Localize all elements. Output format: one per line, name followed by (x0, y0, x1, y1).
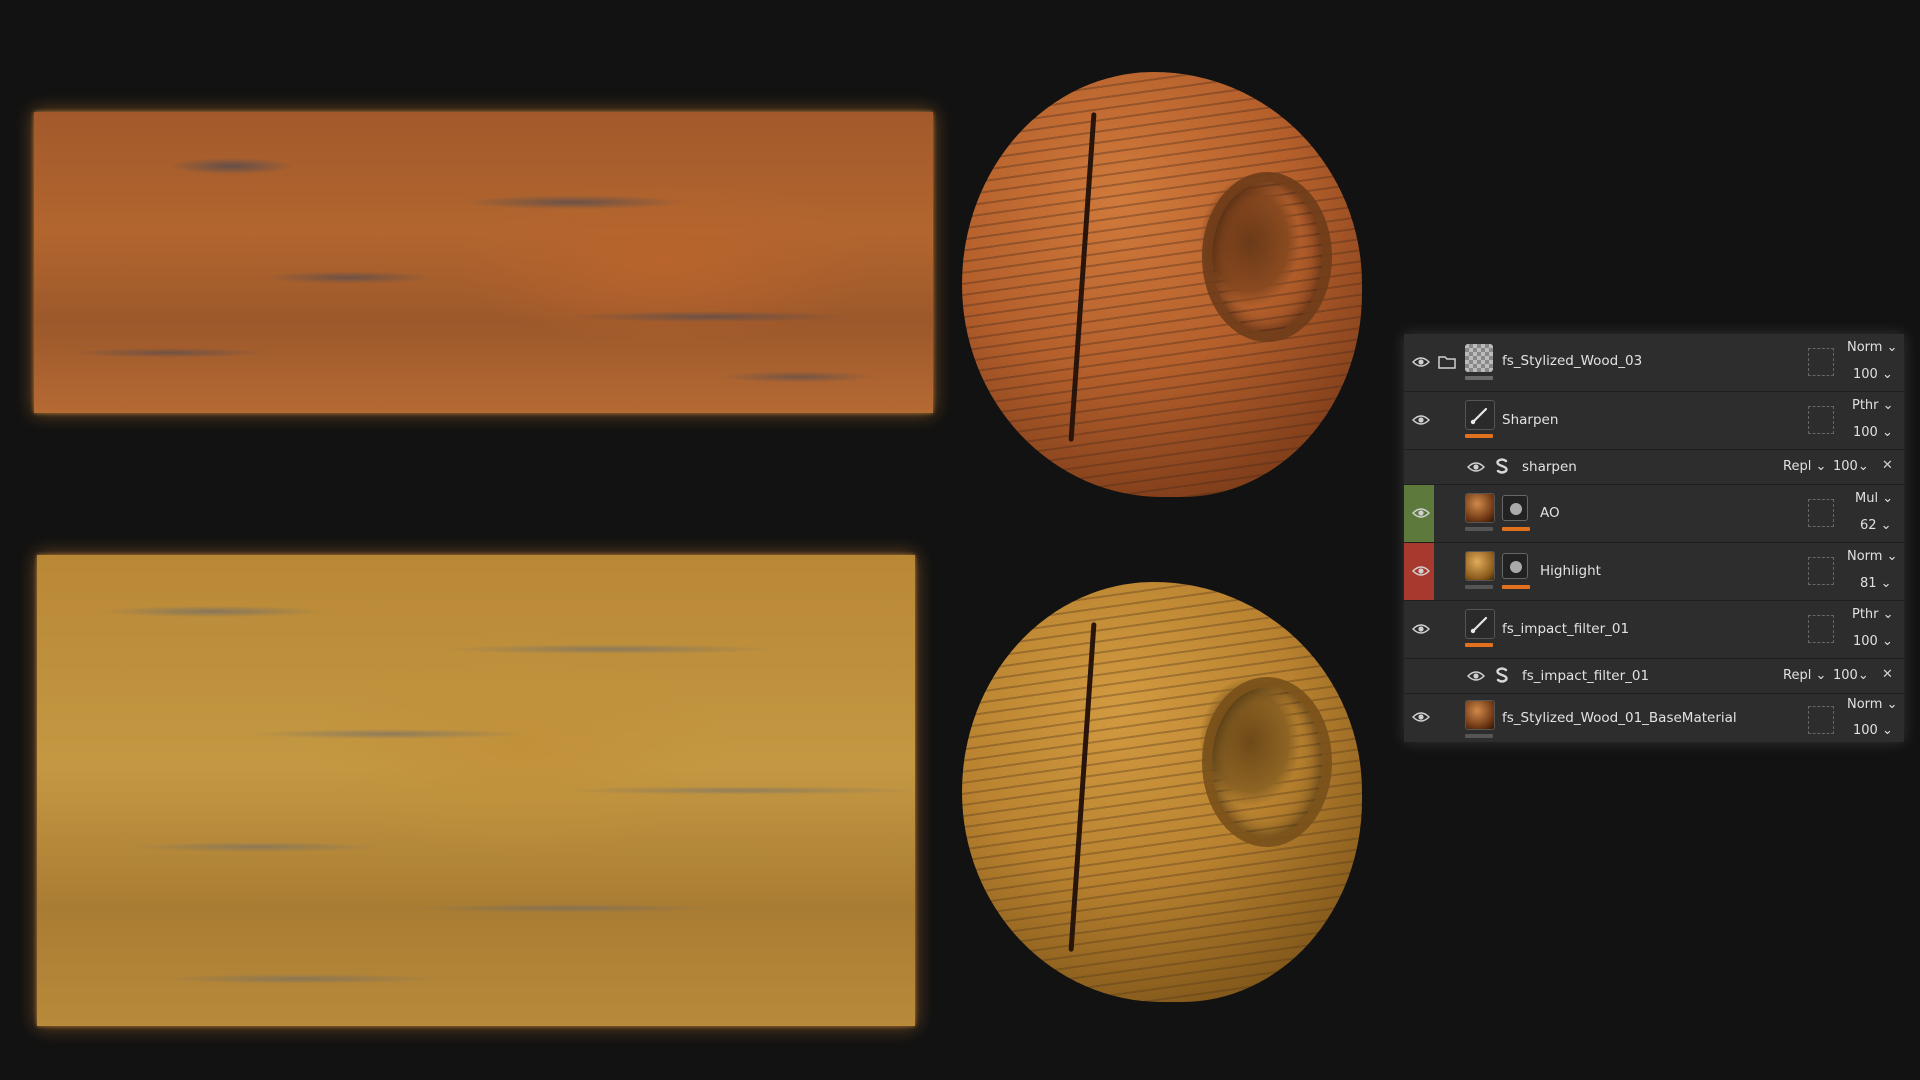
blend-mode-select[interactable]: Norm ⌄ (1847, 549, 1898, 564)
eye-icon[interactable] (1412, 711, 1430, 723)
eye-icon[interactable] (1412, 565, 1430, 577)
opacity-select[interactable]: 100⌄ (1833, 668, 1869, 683)
layer-row-sharpen[interactable]: Sharpen Pthr ⌄ 100 ⌄ (1404, 392, 1904, 450)
mask-thumbnail[interactable] (1502, 495, 1528, 521)
blend-mode-select[interactable]: Pthr ⌄ (1852, 607, 1894, 622)
brush-icon (1465, 609, 1495, 639)
layer-name: fs_Stylized_Wood_01_BaseMaterial (1502, 710, 1737, 726)
blend-mode-select[interactable]: Mul ⌄ (1855, 491, 1893, 506)
mask-slot[interactable] (1808, 557, 1834, 585)
layer-name: AO (1540, 505, 1560, 521)
eye-icon[interactable] (1467, 461, 1485, 473)
wood-sphere-render-top (962, 72, 1362, 497)
wood-sphere-render-bottom (962, 582, 1362, 1002)
opacity-select[interactable]: 100 ⌄ (1853, 367, 1893, 382)
layer-row-highlight[interactable]: Highlight Norm ⌄ 81 ⌄ (1404, 543, 1904, 601)
filter-icon (1494, 458, 1510, 478)
layer-mask-bar (1465, 734, 1493, 738)
layer-mask-bar (1465, 527, 1493, 531)
layer-row-fs-stylized-wood-01-basematerial[interactable]: fs_Stylized_Wood_01_BaseMaterial Norm ⌄ … (1404, 694, 1904, 742)
eye-icon[interactable] (1412, 507, 1430, 519)
filter-row-sharpen[interactable]: sharpen Repl ⌄ 100⌄ ✕ (1404, 450, 1904, 485)
mask-bar (1502, 585, 1530, 589)
layer-name: fs_Stylized_Wood_03 (1502, 353, 1643, 369)
opacity-select[interactable]: 100 ⌄ (1853, 634, 1893, 649)
material-thumbnail (1465, 493, 1495, 523)
mask-slot[interactable] (1808, 406, 1834, 434)
wood-texture-preview-bottom (37, 555, 915, 1026)
layer-thumbnail (1465, 344, 1493, 372)
opacity-select[interactable]: 81 ⌄ (1860, 576, 1892, 591)
blend-mode-select[interactable]: Repl ⌄ (1783, 668, 1826, 683)
layer-row-ao[interactable]: AO Mul ⌄ 62 ⌄ (1404, 485, 1904, 543)
layer-name: Sharpen (1502, 412, 1559, 428)
layer-mask-bar (1465, 376, 1493, 380)
folder-icon (1438, 355, 1456, 369)
filter-icon (1494, 667, 1510, 687)
mask-thumbnail[interactable] (1502, 553, 1528, 579)
mask-slot[interactable] (1808, 615, 1834, 643)
remove-filter-icon[interactable]: ✕ (1882, 458, 1893, 473)
filter-name: fs_impact_filter_01 (1522, 668, 1650, 684)
blend-mode-select[interactable]: Norm ⌄ (1847, 340, 1898, 355)
mask-bar (1502, 527, 1530, 531)
brush-icon (1465, 400, 1495, 430)
blend-mode-select[interactable]: Repl ⌄ (1783, 459, 1826, 474)
opacity-select[interactable]: 62 ⌄ (1860, 518, 1892, 533)
layer-name: fs_impact_filter_01 (1502, 621, 1630, 637)
eye-icon[interactable] (1467, 670, 1485, 682)
filter-name: sharpen (1522, 459, 1577, 475)
eye-icon[interactable] (1412, 623, 1430, 635)
layer-row-fs-impact-filter-01[interactable]: fs_impact_filter_01 Pthr ⌄ 100 ⌄ (1404, 601, 1904, 659)
wood-texture-preview-top (34, 112, 933, 413)
eye-icon[interactable] (1412, 356, 1430, 368)
eye-icon[interactable] (1412, 414, 1430, 426)
opacity-select[interactable]: 100⌄ (1833, 459, 1869, 474)
layer-row-fs-stylized-wood-03[interactable]: fs_Stylized_Wood_03 Norm ⌄ 100 ⌄ (1404, 334, 1904, 392)
mask-slot[interactable] (1808, 499, 1834, 527)
mask-slot[interactable] (1808, 706, 1834, 734)
opacity-select[interactable]: 100 ⌄ (1853, 425, 1893, 440)
layer-mask-bar (1465, 585, 1493, 589)
material-thumbnail (1465, 700, 1495, 730)
remove-filter-icon[interactable]: ✕ (1882, 667, 1893, 682)
material-thumbnail (1465, 551, 1495, 581)
filter-row-fs-impact-filter-01[interactable]: fs_impact_filter_01 Repl ⌄ 100⌄ ✕ (1404, 659, 1904, 694)
mask-slot[interactable] (1808, 348, 1834, 376)
blend-mode-select[interactable]: Norm ⌄ (1847, 697, 1898, 712)
layers-panel: fs_Stylized_Wood_03 Norm ⌄ 100 ⌄ Sharpen… (1404, 334, 1904, 742)
layer-name: Highlight (1540, 563, 1601, 579)
blend-mode-select[interactable]: Pthr ⌄ (1852, 398, 1894, 413)
layer-mask-bar (1465, 434, 1493, 438)
opacity-select[interactable]: 100 ⌄ (1853, 723, 1893, 738)
layer-mask-bar (1465, 643, 1493, 647)
